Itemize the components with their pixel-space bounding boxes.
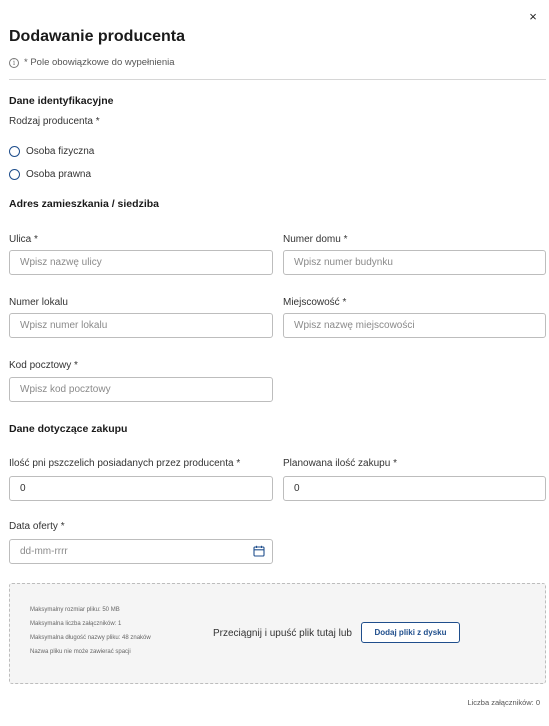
- upload-info-line: Maksymalna liczba załączników: 1: [30, 621, 122, 627]
- house-number-label: Numer domu *: [283, 234, 348, 245]
- close-button[interactable]: ×: [525, 9, 541, 25]
- radio-circle[interactable]: [9, 146, 20, 157]
- planned-amount-input[interactable]: [283, 476, 546, 501]
- apartment-number-input[interactable]: [9, 313, 273, 338]
- page-title: Dodawanie producenta: [9, 28, 186, 45]
- upload-info-line: Maksymalny rozmiar pliku: 50 MB: [30, 607, 120, 613]
- street-input[interactable]: [9, 250, 273, 275]
- required-note-text: * Pole obowiązkowe do wypełnienia: [24, 57, 175, 68]
- postal-code-label: Kod pocztowy *: [9, 360, 78, 371]
- planned-amount-label: Planowana ilość zakupu *: [283, 458, 397, 469]
- file-dropzone[interactable]: Maksymalny rozmiar pliku: 50 MB Maksymal…: [9, 583, 546, 684]
- offer-date-label: Data oferty *: [9, 521, 65, 532]
- hives-count-input[interactable]: [9, 476, 273, 501]
- radio-circle[interactable]: [9, 169, 20, 180]
- radio-label: Osoba fizyczna: [26, 146, 95, 157]
- city-input[interactable]: [283, 313, 546, 338]
- offer-date-wrapper: [9, 539, 273, 564]
- radio-label: Osoba prawna: [26, 169, 92, 180]
- upload-info-line: Nazwa pliku nie może zawierać spacji: [30, 649, 131, 655]
- header-divider: [9, 79, 546, 80]
- house-number-input[interactable]: [283, 250, 546, 275]
- section-title-identification: Dane identyfikacyjne: [9, 95, 114, 107]
- postal-code-input[interactable]: [9, 377, 273, 402]
- section-title-address: Adres zamieszkania / siedziba: [9, 198, 159, 210]
- upload-info-line: Maksymalna długość nazwy pliku: 48 znakó…: [30, 635, 151, 641]
- upload-info: Maksymalny rozmiar pliku: 50 MB Maksymal…: [30, 603, 151, 659]
- radio-osoba-fizyczna[interactable]: Osoba fizyczna: [9, 146, 94, 157]
- add-files-button[interactable]: Dodaj pliki z dysku: [361, 622, 460, 643]
- hives-count-label: Ilość pni pszczelich posiadanych przez p…: [9, 458, 241, 469]
- drop-text: Przeciągnij i upuść plik tutaj lub: [213, 628, 352, 639]
- producer-type-label: Rodzaj producenta *: [9, 116, 100, 127]
- city-label: Miejscowość *: [283, 297, 347, 308]
- street-label: Ulica *: [9, 234, 38, 245]
- section-title-purchase: Dane dotyczące zakupu: [9, 423, 128, 435]
- offer-date-input[interactable]: [9, 539, 273, 564]
- required-note: i * Pole obowiązkowe do wypełnienia: [9, 57, 175, 68]
- calendar-icon[interactable]: [253, 545, 265, 557]
- radio-osoba-prawna[interactable]: Osoba prawna: [9, 169, 91, 180]
- info-icon: i: [9, 57, 19, 68]
- attachment-counter: Liczba załączników: 0: [467, 698, 540, 707]
- apartment-number-label: Numer lokalu: [9, 297, 68, 308]
